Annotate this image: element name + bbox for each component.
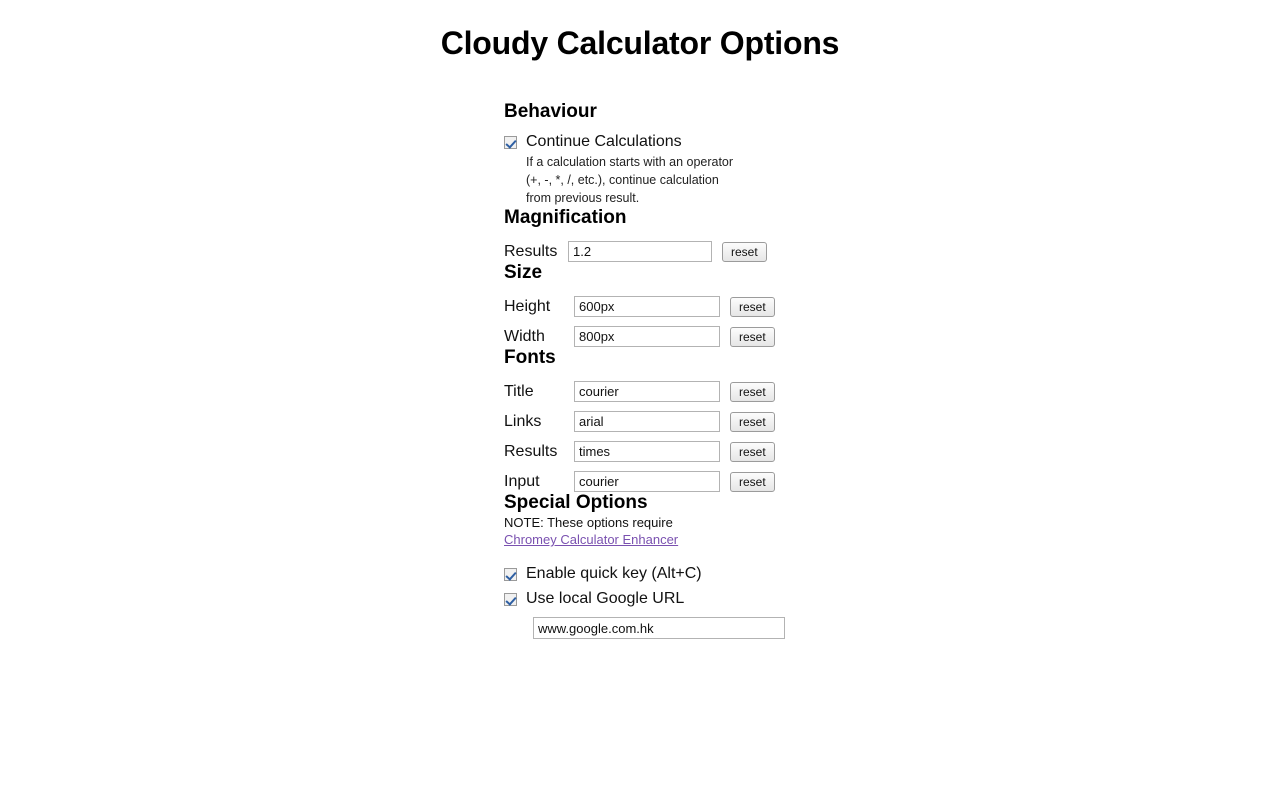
local-google-url-input[interactable] [533,617,785,639]
continue-calculations-help: If a calculation starts with an operator… [526,153,778,207]
fonts-results-reset-button[interactable]: reset [730,441,775,462]
fonts-title-label: Title [504,382,534,400]
chromey-calculator-enhancer-link[interactable]: Chromey Calculator Enhancer [504,532,678,548]
options-container: Behaviour Continue Calculations If a cal… [0,62,1280,639]
size-width-row: Width reset [504,326,924,347]
magnification-results-input[interactable] [568,241,712,262]
magnification-results-row: Results reset [504,241,924,262]
fonts-title-row: Title reset [504,381,924,402]
fonts-title-input[interactable] [574,381,720,402]
size-height-row: Height reset [504,296,924,317]
size-height-reset-button[interactable]: reset [730,296,775,317]
fonts-input-label: Input [504,472,540,490]
magnification-results-reset-button[interactable]: reset [722,241,767,262]
magnification-results-label: Results [504,242,558,260]
local-google-url-row[interactable]: Use local Google URL [504,590,924,608]
local-google-url-label: Use local Google URL [526,590,685,607]
section-heading-magnification: Magnification [504,207,627,228]
fonts-links-input[interactable] [574,411,720,432]
page-title: Cloudy Calculator Options [440,25,840,61]
size-height-input[interactable] [574,296,720,317]
fonts-links-row: Links reset [504,411,924,432]
fonts-input-reset-button[interactable]: reset [730,471,775,492]
fonts-input-input[interactable] [574,471,720,492]
quick-key-checkbox[interactable] [504,567,517,581]
help-line-2: (+, -, *, /, etc.), continue calculation [526,173,719,187]
fonts-links-reset-button[interactable]: reset [730,411,775,432]
fonts-links-label: Links [504,412,542,430]
size-width-label: Width [504,327,545,345]
fonts-results-row: Results reset [504,441,924,462]
continue-calculations-checkbox[interactable] [504,135,517,149]
special-options-checkboxes: Enable quick key (Alt+C) Use local Googl… [504,565,924,639]
section-heading-behaviour: Behaviour [504,101,597,122]
local-google-url-field-row [533,617,924,639]
special-options-note: NOTE: These options require [504,515,673,530]
fonts-input-row: Input reset [504,471,924,492]
local-google-url-checkbox[interactable] [504,592,517,606]
options-column: Behaviour Continue Calculations If a cal… [504,62,924,639]
size-width-input[interactable] [574,326,720,347]
fonts-results-input[interactable] [574,441,720,462]
fonts-results-label: Results [504,442,558,460]
section-heading-size: Size [504,262,543,283]
quick-key-row[interactable]: Enable quick key (Alt+C) [504,565,924,583]
section-heading-fonts: Fonts [504,347,556,368]
continue-calculations-row[interactable]: Continue Calculations [504,133,924,151]
help-line-1: If a calculation starts with an operator [526,155,734,169]
help-line-3: from previous result. [526,191,640,205]
continue-calculations-label: Continue Calculations [526,133,682,150]
section-heading-special-options: Special Options [504,492,648,513]
quick-key-label: Enable quick key (Alt+C) [526,565,702,582]
fonts-title-reset-button[interactable]: reset [730,381,775,402]
size-width-reset-button[interactable]: reset [730,326,775,347]
size-height-label: Height [504,297,551,315]
